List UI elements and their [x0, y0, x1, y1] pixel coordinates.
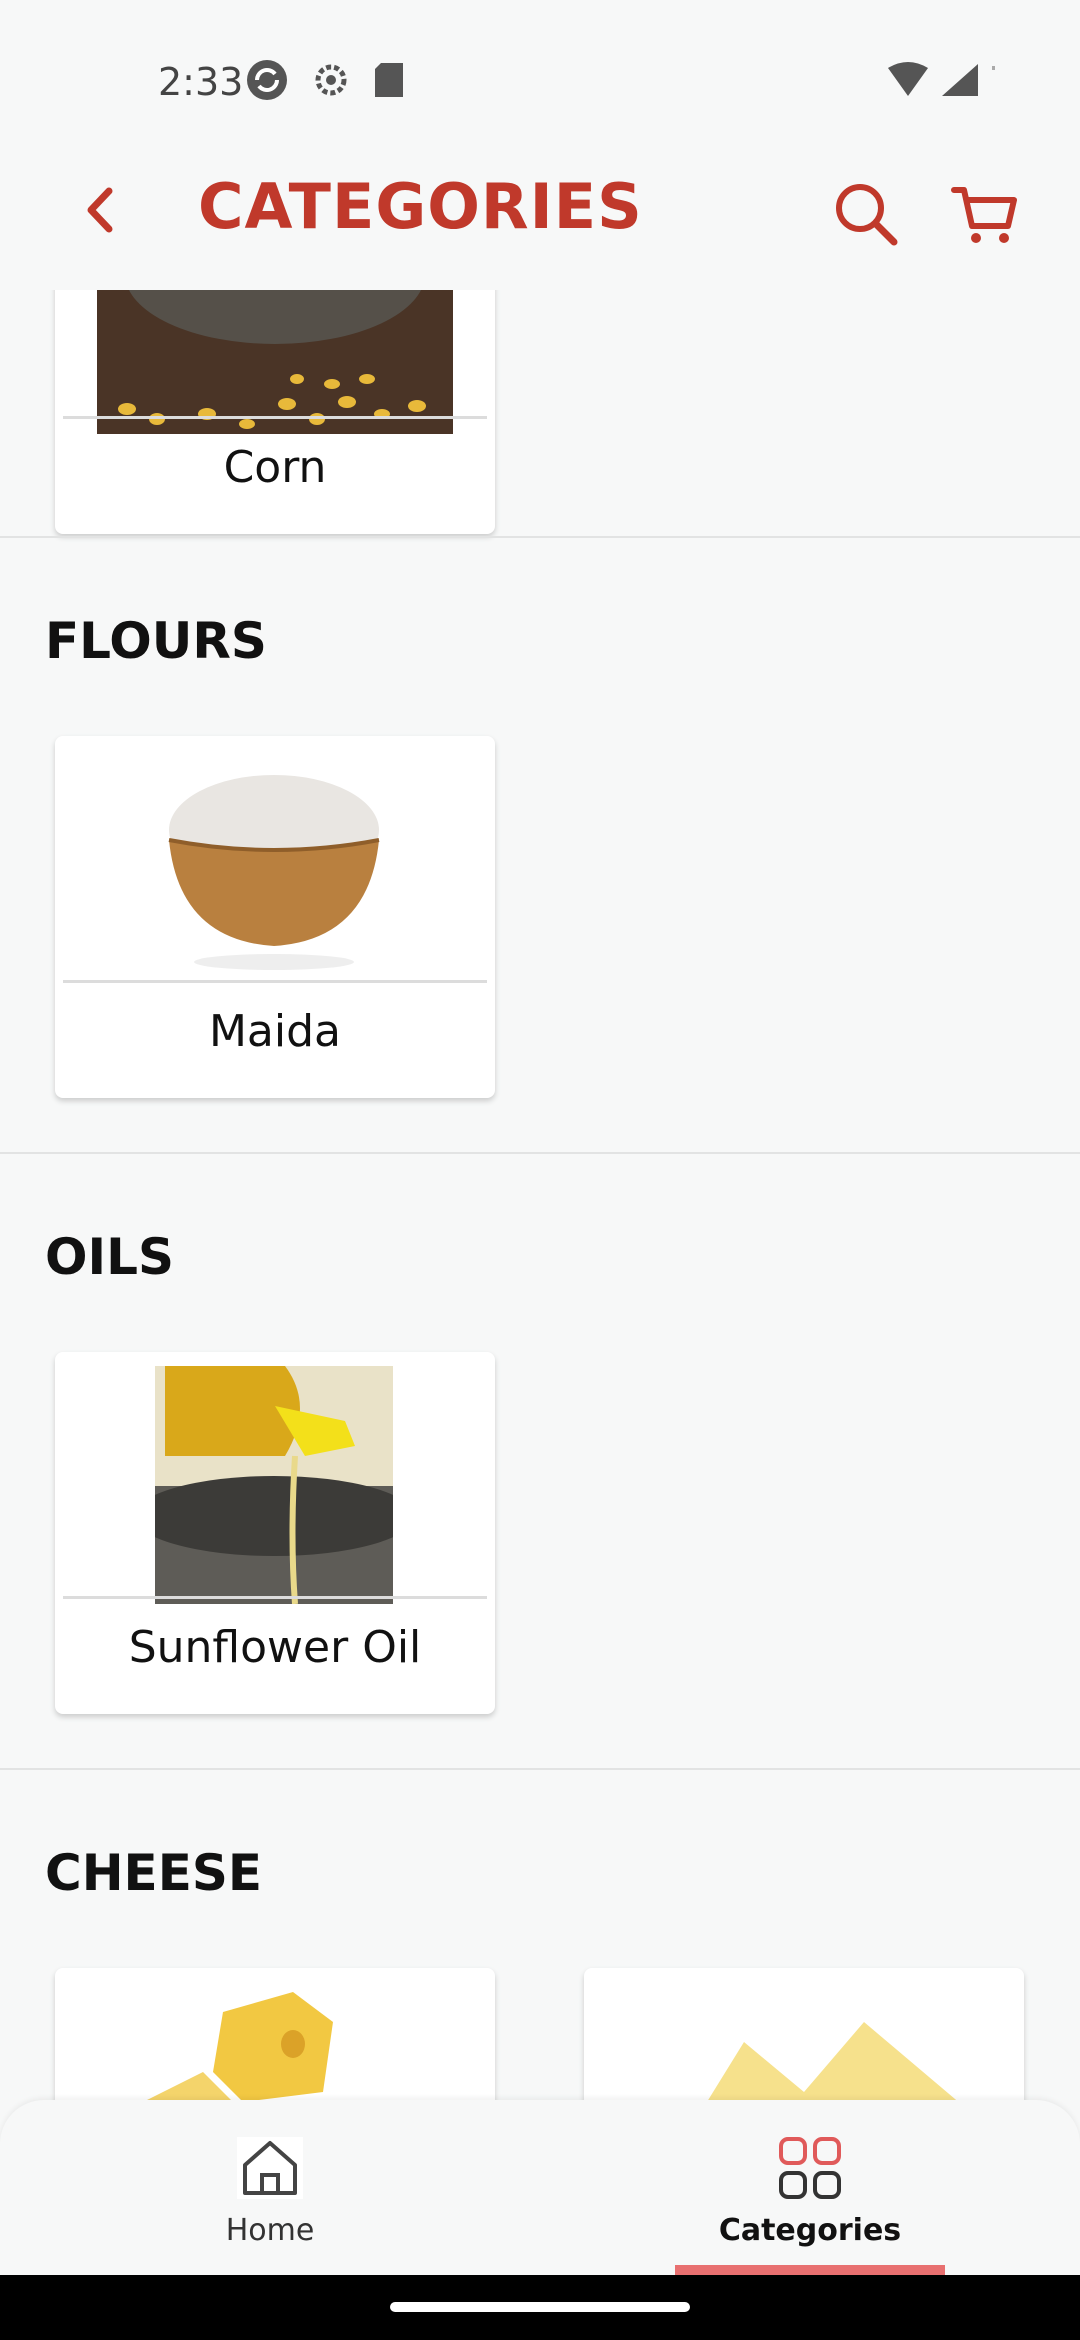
home-gesture-handle[interactable] — [390, 2302, 690, 2312]
app-bar: CATEGORIES — [0, 130, 1080, 290]
category-card-sunflower-oil[interactable]: Sunflower Oil — [55, 1352, 495, 1714]
nav-item-home[interactable]: Home — [135, 2135, 405, 2275]
maida-image — [155, 750, 393, 988]
status-bar: 2:33 — [0, 0, 1080, 130]
category-label: Corn — [223, 442, 327, 493]
card-divider — [63, 416, 487, 419]
corn-image — [97, 290, 453, 434]
status-notification-icons — [245, 58, 405, 102]
nav-label-categories: Categories — [718, 2213, 902, 2248]
cart-icon — [951, 187, 1017, 243]
section-divider — [0, 536, 1080, 538]
card-divider — [63, 1596, 487, 1599]
section-title-oils: OILS — [45, 1228, 174, 1286]
active-tab-indicator — [675, 2265, 945, 2275]
category-card-maida[interactable]: Maida — [55, 736, 495, 1098]
grid-icon — [779, 2137, 841, 2199]
battery-icon — [992, 66, 995, 70]
bottom-navigation: Home Categories — [0, 2100, 1080, 2275]
section-divider — [0, 1768, 1080, 1770]
sd-card-icon — [375, 63, 403, 97]
category-card-corn[interactable]: Corn — [55, 290, 495, 534]
status-time: 2:33 — [158, 60, 244, 104]
cheese-slices-image — [614, 1982, 994, 2100]
search-icon — [836, 184, 898, 246]
card-divider — [63, 980, 487, 983]
page-title: CATEGORIES — [198, 170, 643, 243]
category-label: Sunflower Oil — [128, 1622, 422, 1673]
section-title-flours: FLOURS — [45, 612, 267, 670]
cart-button[interactable] — [950, 180, 1020, 250]
signal-icon — [942, 64, 978, 96]
wifi-icon — [888, 62, 928, 96]
category-card-cheese-1[interactable] — [55, 1968, 495, 2100]
category-card-cheese-2[interactable] — [584, 1968, 1024, 2100]
section-title-cheese: CHEESE — [45, 1844, 263, 1902]
sunflower-oil-image — [155, 1366, 393, 1604]
sync-icon — [247, 60, 287, 100]
section-divider — [0, 1152, 1080, 1154]
search-button[interactable] — [832, 180, 902, 250]
chevron-left-icon — [87, 187, 113, 233]
settings-gear-icon — [315, 64, 347, 96]
nav-label-home: Home — [225, 2213, 315, 2248]
category-label: Maida — [208, 1006, 342, 1057]
back-button[interactable] — [70, 180, 130, 240]
categories-list[interactable]: Corn FLOURS Maida OILS Sunflower Oil CHE… — [0, 290, 1080, 2100]
system-status-icons — [886, 62, 998, 98]
cheese-cube-image — [143, 1982, 405, 2100]
nav-item-categories[interactable]: Categories — [675, 2135, 945, 2275]
home-icon — [237, 2137, 303, 2199]
